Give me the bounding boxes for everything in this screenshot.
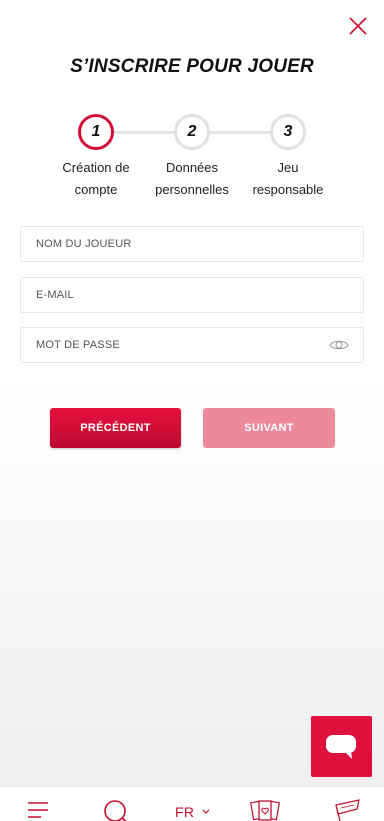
next-button[interactable]: SUIVANT [203,408,335,448]
menu-icon [28,802,48,818]
step-1: 1 Création de compte [41,114,151,201]
start-button[interactable] [333,787,363,821]
chat-bubble-icon [326,735,356,759]
language-label: FR [175,804,195,820]
close-icon [349,17,367,35]
email-field [20,277,364,313]
start-flag-icon [335,799,360,821]
step-number: 1 [78,114,114,150]
step-number: 2 [174,114,210,150]
registration-stepper: 1 Création de compte 2 Données personnel… [0,114,384,204]
step-2: 2 Données personnelles [137,114,247,201]
step-label: Jeu responsable [252,160,324,197]
search-button[interactable] [102,787,132,821]
step-label: Création de compte [62,160,130,197]
bottom-navigation: FR [0,786,384,821]
eye-icon[interactable] [329,338,349,352]
step-3: 3 Jeu responsable [233,114,343,201]
language-selector[interactable]: FR [170,787,215,821]
chat-button[interactable] [311,716,372,777]
username-input[interactable] [36,238,363,250]
step-label: Données personnelles [155,160,229,197]
search-icon [104,800,127,821]
chevron-down-icon [202,809,210,814]
step-number: 3 [270,114,306,150]
password-input[interactable] [36,339,363,351]
password-field [20,327,364,363]
close-button[interactable] [346,14,370,38]
cards-button[interactable] [249,787,281,821]
menu-button[interactable] [27,787,51,821]
cards-icon [249,800,281,821]
email-input[interactable] [36,289,363,301]
page-title: S’INSCRIRE POUR JOUER [70,56,314,77]
previous-button[interactable]: PRÉCÉDENT [50,408,181,448]
username-field [20,226,364,262]
